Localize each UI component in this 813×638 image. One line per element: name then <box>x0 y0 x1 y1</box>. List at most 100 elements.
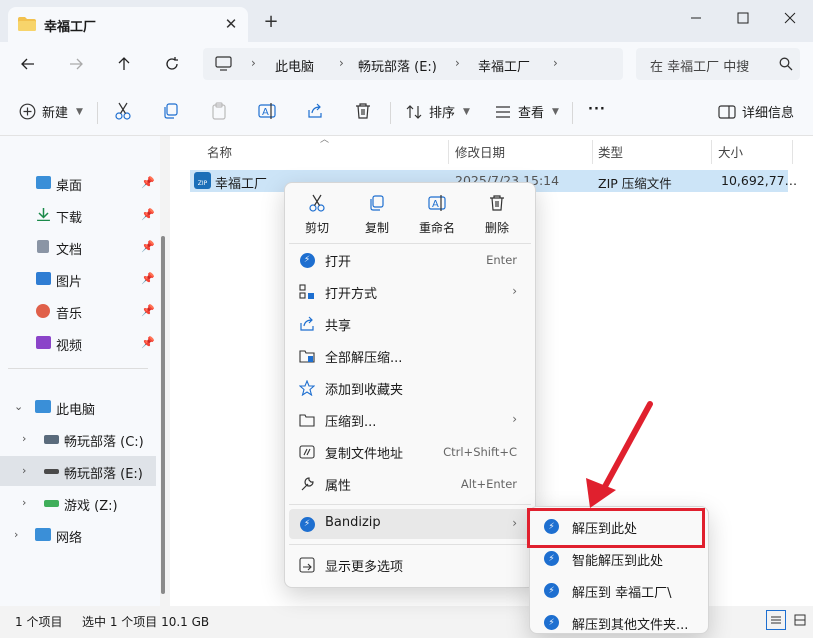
pin-icon[interactable]: 📌 <box>141 240 155 253</box>
column-divider[interactable] <box>792 140 793 164</box>
share-button[interactable] <box>306 102 324 120</box>
sidebar-item-network[interactable]: › 网络 <box>0 520 156 550</box>
chevron-right-icon[interactable]: › <box>22 464 26 477</box>
column-header-date[interactable]: 修改日期 <box>455 142 505 161</box>
copy-button[interactable] <box>162 102 180 120</box>
menu-item-open[interactable]: ⚡ 打开 Enter <box>289 245 531 275</box>
sidebar-item-videos[interactable]: 视频 📌 <box>0 328 156 358</box>
delete-button[interactable] <box>354 102 372 120</box>
sidebar-item-drive-c[interactable]: › 畅玩部落 (C:) <box>0 424 156 454</box>
menu-item-properties[interactable]: 属性 Alt+Enter <box>289 469 531 499</box>
drive-icon <box>44 435 59 444</box>
maximize-button[interactable] <box>720 4 766 32</box>
sidebar-divider <box>8 368 148 369</box>
menu-item-more-options[interactable]: 显示更多选项 <box>289 550 531 580</box>
paste-button[interactable] <box>210 102 228 120</box>
menu-item-label: 添加到收藏夹 <box>325 383 404 398</box>
breadcrumb-this-pc[interactable]: 此电脑 <box>275 56 314 75</box>
sidebar-item-label: 图片 <box>56 275 83 290</box>
view-button[interactable]: 查看 ▼ <box>494 102 559 121</box>
submenu-item-smart-extract[interactable]: ⚡ 智能解压到此处 <box>534 544 706 574</box>
arrow-right-icon <box>70 58 83 70</box>
delete-action[interactable]: 删除 <box>471 193 523 239</box>
submenu-item-label: 解压到 幸福工厂\ <box>572 586 672 601</box>
menu-item-open-with[interactable]: 打开方式 › <box>289 277 531 307</box>
new-label: 新建 <box>42 106 69 121</box>
column-divider[interactable] <box>448 140 449 164</box>
pin-icon[interactable]: 📌 <box>141 176 155 189</box>
up-button[interactable] <box>110 52 138 76</box>
sidebar-item-music[interactable]: 音乐 📌 <box>0 296 156 326</box>
column-header-type[interactable]: 类型 <box>598 142 623 161</box>
details-view-icon <box>771 616 781 624</box>
column-divider[interactable] <box>711 140 712 164</box>
chevron-right-icon: › <box>339 56 344 70</box>
command-bar: 新建 ▼ A 排序 ▼ 查看 ▼ ··· 详细信息 <box>0 88 813 136</box>
bandizip-icon: ⚡ <box>299 516 315 532</box>
menu-item-extract-all[interactable]: 全部解压缩... <box>289 341 531 371</box>
sidebar-item-pictures[interactable]: 图片 📌 <box>0 264 156 294</box>
close-window-button[interactable] <box>767 4 813 32</box>
file-type: ZIP 压缩文件 <box>598 176 672 191</box>
menu-item-compress-to[interactable]: 压缩到... › <box>289 405 531 435</box>
sort-button[interactable]: 排序 ▼ <box>405 102 470 121</box>
back-button[interactable] <box>14 52 42 76</box>
menu-item-share[interactable]: 共享 <box>289 309 531 339</box>
copy-action[interactable]: 复制 <box>351 193 403 239</box>
sidebar-item-this-pc[interactable]: ⌄ 此电脑 <box>0 392 156 422</box>
chevron-down-icon[interactable]: ⌄ <box>14 400 23 413</box>
menu-item-bandizip[interactable]: ⚡ Bandizip › <box>289 509 531 539</box>
menu-item-copy-path[interactable]: 复制文件地址 Ctrl+Shift+C <box>289 437 531 467</box>
tiles-view-button[interactable] <box>790 610 810 630</box>
sidebar-item-desktop[interactable]: 桌面 📌 <box>0 168 156 198</box>
address-bar[interactable]: › 此电脑 › 畅玩部落 (E:) › 幸福工厂 › <box>203 48 623 80</box>
refresh-button[interactable] <box>158 52 186 76</box>
network-icon <box>35 528 51 541</box>
drive-icon <box>44 469 59 474</box>
search-box[interactable]: 在 幸福工厂 中搜 <box>636 48 800 80</box>
toolbar-divider <box>572 102 573 124</box>
details-pane-button[interactable]: 详细信息 <box>718 102 794 121</box>
forward-button[interactable] <box>62 52 90 76</box>
menu-item-add-favorite[interactable]: 添加到收藏夹 <box>289 373 531 403</box>
column-divider[interactable] <box>592 140 593 164</box>
sidebar-item-label: 网络 <box>56 531 83 546</box>
rename-label: 重命名 <box>418 221 455 235</box>
tab-current[interactable]: 幸福工厂 ✕ <box>8 7 248 42</box>
search-icon <box>779 57 793 71</box>
pin-icon[interactable]: 📌 <box>141 208 155 221</box>
close-tab-icon[interactable]: ✕ <box>221 14 241 34</box>
chevron-right-icon[interactable]: › <box>22 496 26 509</box>
breadcrumb-folder[interactable]: 幸福工厂 <box>478 56 530 75</box>
column-header-size[interactable]: 大小 <box>718 142 743 161</box>
chevron-right-icon: › <box>512 284 517 298</box>
minimize-button[interactable] <box>673 4 719 32</box>
rename-action[interactable]: A 重命名 <box>411 193 463 239</box>
new-button[interactable]: 新建 ▼ <box>18 102 83 121</box>
sidebar-item-downloads[interactable]: 下载 📌 <box>0 200 156 230</box>
sidebar-scrollbar[interactable] <box>161 236 165 594</box>
cut-button[interactable] <box>114 102 132 120</box>
chevron-right-icon[interactable]: › <box>22 432 26 445</box>
view-label: 查看 <box>518 106 545 121</box>
sidebar-item-documents[interactable]: 文档 📌 <box>0 232 156 262</box>
submenu-item-label: 智能解压到此处 <box>572 554 664 569</box>
search-input[interactable]: 在 幸福工厂 中搜 <box>650 56 749 75</box>
menu-divider <box>289 504 531 505</box>
new-tab-button[interactable]: + <box>261 12 281 32</box>
sidebar-item-drive-e[interactable]: › 畅玩部落 (E:) <box>0 456 156 486</box>
more-button[interactable]: ··· <box>588 102 606 117</box>
pin-icon[interactable]: 📌 <box>141 336 155 349</box>
chevron-right-icon[interactable]: › <box>14 528 18 541</box>
pin-icon[interactable]: 📌 <box>141 304 155 317</box>
pin-icon[interactable]: 📌 <box>141 272 155 285</box>
breadcrumb-drive-e[interactable]: 畅玩部落 (E:) <box>358 56 437 75</box>
rename-button[interactable]: A <box>258 102 276 120</box>
column-header-name[interactable]: 名称 <box>207 142 232 161</box>
submenu-item-extract-to-folder[interactable]: ⚡ 解压到 幸福工厂\ <box>534 576 706 606</box>
cut-action[interactable]: 剪切 <box>291 193 343 239</box>
shortcut-label: Alt+Enter <box>460 477 517 491</box>
sidebar-item-drive-z[interactable]: › 游戏 (Z:) <box>0 488 156 518</box>
details-view-button[interactable] <box>766 610 786 630</box>
compress-icon <box>299 412 315 428</box>
